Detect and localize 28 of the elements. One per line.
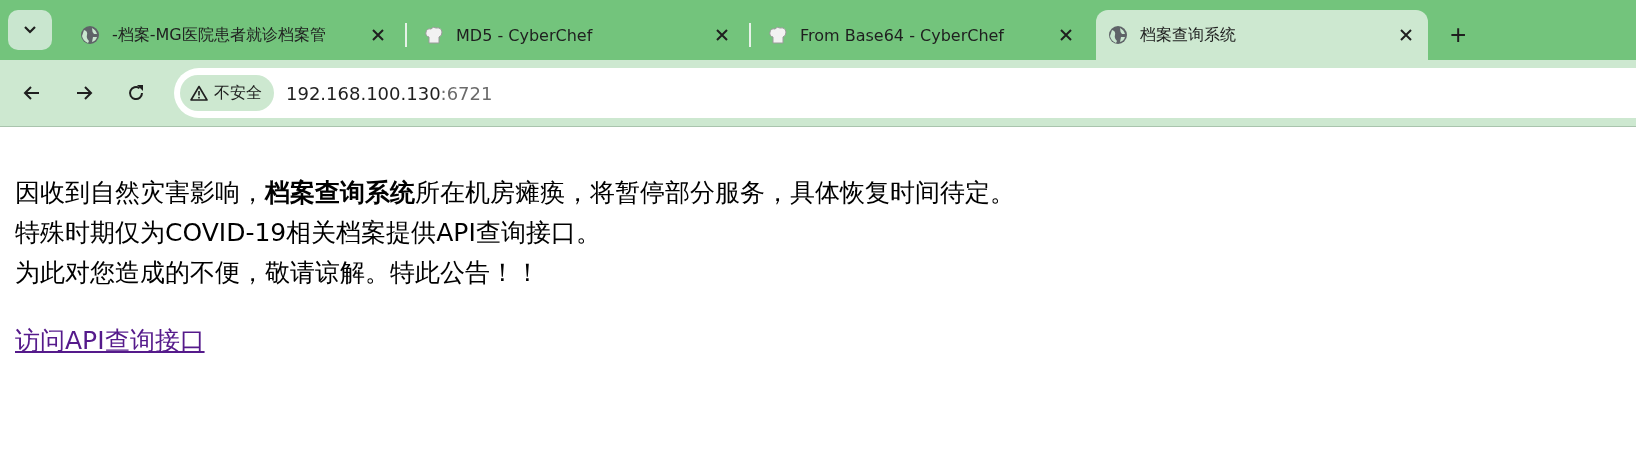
- security-chip[interactable]: 不安全: [180, 75, 274, 111]
- reload-icon[interactable]: [126, 83, 146, 103]
- tab-title: -档案-MG医院患者就诊档案管: [112, 24, 327, 46]
- notice-line: 特殊时期仅为COVID-19相关档案提供API查询接口。: [15, 217, 601, 249]
- url-host: 192.168.100.130: [286, 82, 441, 104]
- globe-icon: [1108, 25, 1128, 45]
- notice-line: 为此对您造成的不便，敬请谅解。特此公告！！: [15, 257, 540, 289]
- tab-title: 档案查询系统: [1140, 24, 1237, 46]
- close-icon[interactable]: [1400, 29, 1412, 41]
- tab-title: MD5 - CyberChef: [456, 25, 594, 45]
- close-icon[interactable]: [716, 29, 728, 41]
- warning-icon: [190, 85, 208, 101]
- caret-icon: [23, 25, 37, 35]
- close-icon[interactable]: [1060, 29, 1072, 41]
- browser-tab[interactable]: MD5 - CyberChef: [412, 10, 744, 60]
- new-tab-button[interactable]: +: [1436, 15, 1481, 55]
- chef-hat-icon: [424, 25, 444, 45]
- globe-icon: [80, 25, 100, 45]
- notice-line: 因收到自然灾害影响，档案查询系统所在机房瘫痪，将暂停部分服务，具体恢复时间待定。: [15, 177, 1015, 209]
- browser-tab[interactable]: From Base64 - CyberChef: [756, 10, 1088, 60]
- address-bar[interactable]: 不安全 192.168.100.130:6721: [174, 68, 1636, 118]
- url-port: :6721: [440, 82, 493, 104]
- browser-tab[interactable]: 档案查询系统: [1096, 10, 1428, 60]
- close-icon[interactable]: [372, 29, 384, 41]
- browser-tab[interactable]: -档案-MG医院患者就诊档案管: [68, 10, 400, 60]
- chef-hat-icon: [768, 25, 788, 45]
- api-link[interactable]: 访问API查询接口: [15, 326, 205, 355]
- tab-title: From Base64 - CyberChef: [800, 25, 1006, 45]
